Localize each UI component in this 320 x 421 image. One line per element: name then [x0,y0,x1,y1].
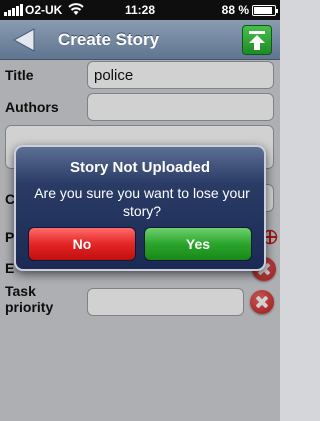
upload-button[interactable] [242,25,272,55]
page-title: Create Story [58,30,160,49]
no-button[interactable]: No [28,227,136,261]
battery-percent: 88 % [221,3,249,17]
back-arrow-icon[interactable] [8,26,38,54]
yes-button[interactable]: Yes [144,227,252,261]
alert-message: Are you sure you want to lose your story… [34,185,250,219]
navigation-bar: Create Story [0,20,280,60]
alert-dialog: Story Not Uploaded Are you sure you want… [14,145,266,271]
status-bar: O2-UK 11:28 88 % [0,0,280,20]
alert-title: Story Not Uploaded [69,159,210,176]
battery-icon [252,5,278,16]
upload-arrow-icon [249,31,265,50]
